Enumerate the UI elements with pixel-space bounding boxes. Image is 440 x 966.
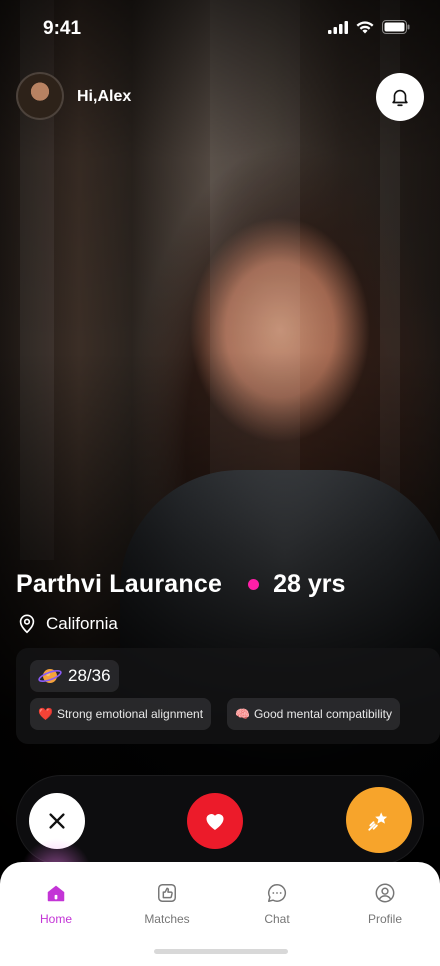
nav-matches-label: Matches bbox=[144, 912, 190, 926]
signal-icon bbox=[328, 20, 348, 34]
close-icon bbox=[49, 813, 65, 829]
planet-icon bbox=[38, 669, 62, 683]
greeting-text: Hi,Alex bbox=[77, 88, 132, 105]
nav-chat-label: Chat bbox=[264, 912, 290, 926]
profile-location: California bbox=[16, 613, 118, 635]
nav-home[interactable]: Home bbox=[11, 882, 101, 926]
nav-chat[interactable]: Chat bbox=[232, 882, 322, 926]
score-value: 28/36 bbox=[68, 666, 111, 685]
battery-icon bbox=[382, 20, 410, 34]
wifi-icon bbox=[356, 20, 374, 33]
status-time: 9:41 bbox=[43, 18, 82, 39]
user-avatar[interactable] bbox=[16, 72, 64, 120]
profile-name-row: Parthvi Laurance 28 yrs bbox=[16, 570, 345, 599]
thumbs-up-icon bbox=[158, 884, 176, 902]
status-icons bbox=[328, 20, 410, 34]
nav-profile-label: Profile bbox=[367, 912, 402, 926]
compatibility-score: 28/36 bbox=[30, 660, 119, 692]
profile-photo[interactable] bbox=[0, 0, 440, 880]
nav-matches[interactable]: Matches bbox=[122, 882, 212, 926]
compatibility-panel: 28/36 ❤️ Strong emotional alignment 🧠 Go… bbox=[16, 648, 440, 744]
tag-emoji: 🧠 bbox=[235, 707, 250, 721]
home-icon bbox=[47, 885, 65, 902]
bell-icon bbox=[392, 89, 408, 107]
home-indicator bbox=[154, 949, 288, 954]
chat-icon bbox=[268, 884, 287, 902]
tag-mental: 🧠 Good mental compatibility bbox=[227, 698, 401, 730]
profile-age: 28 yrs bbox=[273, 570, 346, 598]
tag-label: Strong emotional alignment bbox=[56, 707, 204, 721]
super-like-button[interactable] bbox=[346, 787, 412, 853]
tag-emoji: ❤️ bbox=[38, 707, 53, 721]
tag-label: Good mental compatibility bbox=[253, 707, 393, 721]
like-button[interactable] bbox=[187, 793, 243, 849]
nav-profile[interactable]: Profile bbox=[340, 882, 430, 926]
tag-emotional: ❤️ Strong emotional alignment bbox=[30, 698, 212, 730]
online-status-dot bbox=[248, 579, 260, 590]
location-text: California bbox=[46, 614, 118, 633]
user-icon bbox=[375, 883, 395, 903]
shooting-star-icon bbox=[368, 812, 388, 831]
profile-name: Parthvi Laurance bbox=[16, 570, 223, 598]
heart-icon bbox=[206, 814, 224, 830]
status-bar: 9:41 bbox=[0, 0, 440, 58]
nav-home-label: Home bbox=[39, 912, 72, 926]
location-pin-icon bbox=[19, 614, 35, 634]
notifications-button[interactable] bbox=[376, 73, 424, 121]
